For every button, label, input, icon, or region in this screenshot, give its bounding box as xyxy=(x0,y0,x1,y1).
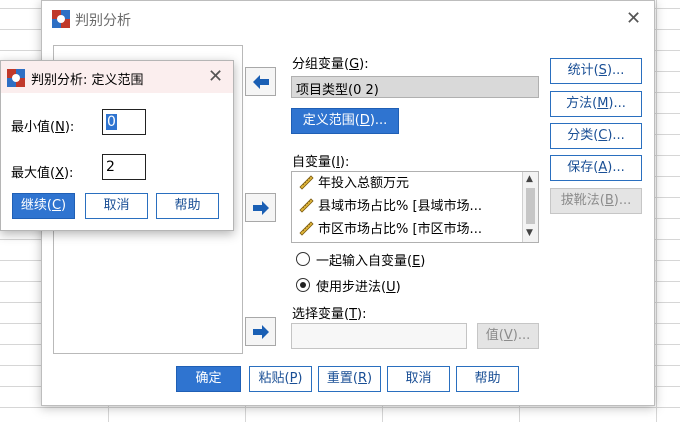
max-label: 最大值(X): xyxy=(11,166,74,181)
maximum-input[interactable]: 2 xyxy=(102,154,146,180)
selection-variable-field[interactable] xyxy=(291,323,467,349)
stepwise-label: 使用步进法(U) xyxy=(316,280,401,295)
list-item[interactable]: 县域市场占比% [县域市场... xyxy=(298,196,482,218)
save-button[interactable]: 保存(A)... xyxy=(550,155,642,181)
ok-button[interactable]: 确定 xyxy=(176,366,241,392)
main-title: 判别分析 xyxy=(75,13,131,29)
main-close-icon[interactable]: ✕ xyxy=(626,10,641,28)
ruler-icon xyxy=(299,175,314,190)
value-button[interactable]: 值(V)... xyxy=(477,323,539,349)
stepwise-radio[interactable] xyxy=(296,278,310,292)
spss-app-icon xyxy=(52,10,70,28)
range-help-button[interactable]: 帮助 xyxy=(156,193,219,219)
arrow-left-icon xyxy=(253,75,269,89)
move-to-grouping-button[interactable] xyxy=(245,67,276,96)
continue-button[interactable]: 继续(C) xyxy=(12,193,75,219)
classify-button[interactable]: 分类(C)... xyxy=(550,123,642,149)
paste-button[interactable]: 粘贴(P) xyxy=(249,366,312,392)
cancel-button[interactable]: 取消 xyxy=(387,366,450,392)
independents-label: 自变量(I): xyxy=(292,155,350,170)
ruler-icon xyxy=(299,198,314,213)
spss-app-icon xyxy=(7,69,25,87)
arrow-right-icon xyxy=(253,325,269,339)
scroll-down-icon[interactable]: ▼ xyxy=(526,228,533,238)
enter-together-label: 一起输入自变量(E) xyxy=(316,254,426,269)
help-button[interactable]: 帮助 xyxy=(456,366,519,392)
list-item[interactable]: 年投入总额万元 xyxy=(298,173,409,195)
main-titlebar: 判别分析 ✕ xyxy=(42,1,654,37)
scroll-thumb[interactable] xyxy=(526,188,535,224)
ruler-icon xyxy=(299,221,314,236)
arrow-right-icon xyxy=(253,201,269,215)
list-item[interactable]: 市区市场占比% [市区市场... xyxy=(298,219,482,241)
define-range-button[interactable]: 定义范围(D)... xyxy=(291,108,399,134)
move-to-selection-button[interactable] xyxy=(245,317,276,346)
minimum-input[interactable]: 0 xyxy=(102,109,146,135)
range-cancel-button[interactable]: 取消 xyxy=(85,193,148,219)
range-titlebar: 判别分析: 定义范围 ✕ xyxy=(1,61,233,93)
reset-button[interactable]: 重置(R) xyxy=(318,366,381,392)
scroll-up-icon[interactable]: ▲ xyxy=(526,174,533,184)
grouping-variable-field[interactable]: 项目类型(0 2) xyxy=(291,76,539,98)
independents-list[interactable]: 年投入总额万元 县域市场占比% [县域市场... 市区市场占比% [市区市场..… xyxy=(291,171,539,243)
selection-variable-label: 选择变量(T): xyxy=(292,307,367,322)
statistics-button[interactable]: 统计(S)... xyxy=(550,58,642,84)
grouping-variable-label: 分组变量(G): xyxy=(292,57,369,72)
move-to-independents-button[interactable] xyxy=(245,193,276,222)
enter-together-radio[interactable] xyxy=(296,252,310,266)
bootstrap-button[interactable]: 拔靴法(B)... xyxy=(550,188,642,214)
method-button[interactable]: 方法(M)... xyxy=(550,91,642,117)
min-label: 最小值(N): xyxy=(11,120,75,135)
range-title: 判别分析: 定义范围 xyxy=(31,73,144,88)
range-close-icon[interactable]: ✕ xyxy=(208,68,223,86)
define-range-dialog: 判别分析: 定义范围 ✕ 最小值(N): 0 最大值(X): 2 继续(C) 取… xyxy=(0,60,234,231)
independents-scrollbar[interactable]: ▲ ▼ xyxy=(522,172,538,242)
